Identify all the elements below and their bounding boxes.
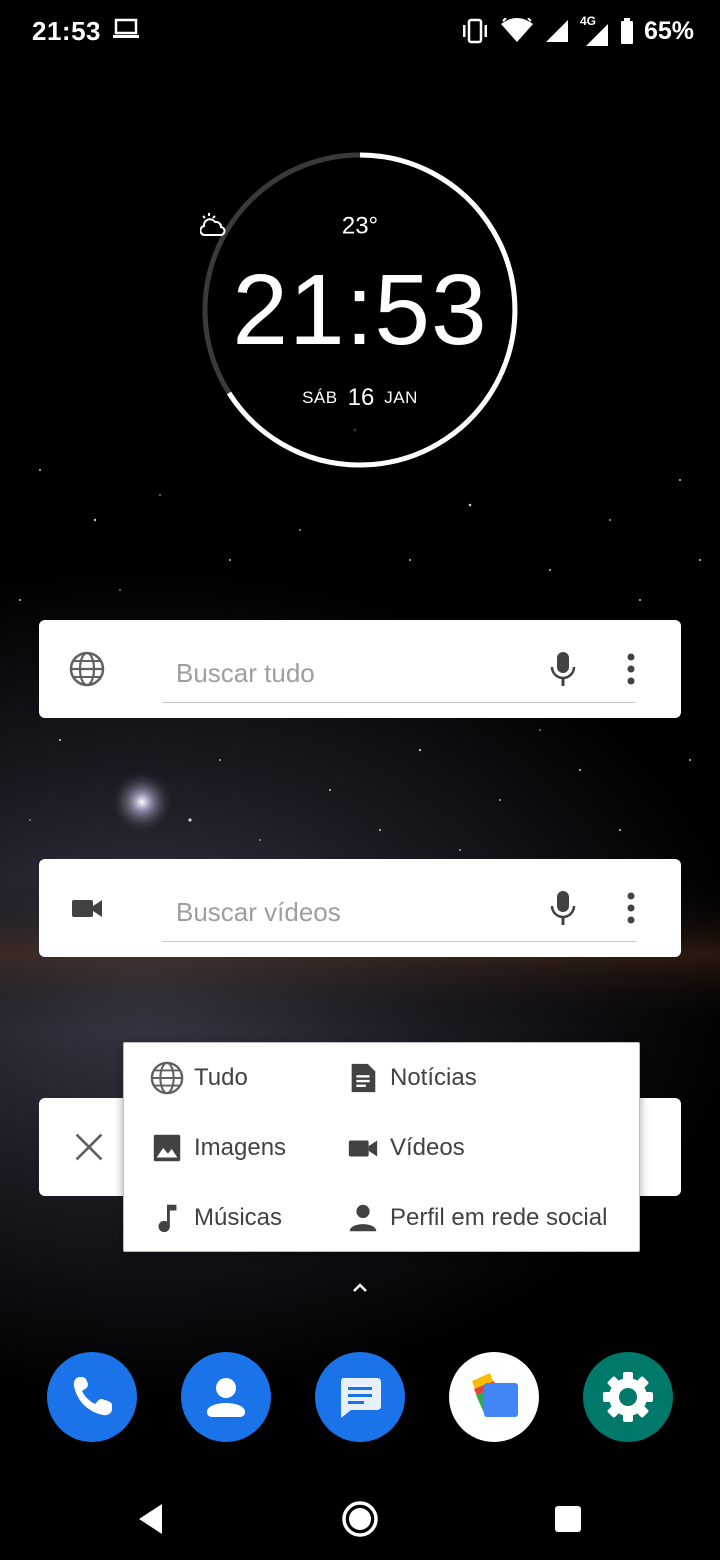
search-all-widget[interactable]: Buscar tudo xyxy=(39,620,681,718)
settings-app[interactable] xyxy=(583,1352,673,1442)
day-of-week: SÁB xyxy=(302,388,338,407)
menu-option-label: Notícias xyxy=(390,1064,477,1091)
files-icon xyxy=(472,1373,518,1417)
chevron-up-icon[interactable] xyxy=(348,1278,372,1296)
music-note-icon xyxy=(158,1204,177,1233)
videocam-icon xyxy=(348,1140,378,1157)
files-app[interactable] xyxy=(449,1352,539,1442)
settings-icon xyxy=(603,1372,653,1422)
recents-button[interactable] xyxy=(543,1494,593,1544)
menu-option-imagens[interactable]: Imagens xyxy=(150,1123,286,1173)
menu-option-noticias[interactable]: Notícias xyxy=(346,1053,477,1103)
signal-icon xyxy=(545,20,568,42)
contacts-app[interactable] xyxy=(181,1352,271,1442)
search-all-placeholder: Buscar tudo xyxy=(176,658,315,688)
menu-option-label: Vídeos xyxy=(390,1134,465,1161)
status-bar: 21:53 4G 65% xyxy=(0,0,720,62)
month: JAN xyxy=(384,388,418,407)
menu-option-label: Perfil em rede social xyxy=(390,1204,608,1231)
phone-icon xyxy=(73,1377,112,1416)
close-icon[interactable] xyxy=(73,1131,105,1163)
signal-4g-icon xyxy=(585,24,608,46)
person-icon xyxy=(349,1204,377,1232)
back-icon xyxy=(139,1504,162,1534)
menu-option-musicas[interactable]: Músicas xyxy=(150,1193,282,1243)
partly-cloudy-night-icon xyxy=(200,213,226,236)
search-type-menu: Tudo Notícias Imagens Vídeos Músicas Per… xyxy=(123,1042,640,1252)
more-vert-icon[interactable] xyxy=(623,653,639,685)
clock-date: SÁB 16 JAN xyxy=(200,384,520,412)
article-icon xyxy=(351,1063,376,1093)
menu-option-label: Músicas xyxy=(194,1204,283,1231)
status-time: 21:53 xyxy=(32,16,101,46)
videocam-icon xyxy=(72,900,102,917)
phone-app[interactable] xyxy=(47,1352,137,1442)
menu-option-perfil[interactable]: Perfil em rede social xyxy=(346,1193,607,1243)
home-button[interactable] xyxy=(335,1494,385,1544)
globe-icon xyxy=(69,651,105,687)
contacts-icon xyxy=(207,1378,245,1417)
wifi-icon xyxy=(500,18,533,42)
more-vert-icon[interactable] xyxy=(623,892,639,924)
menu-option-label: Tudo xyxy=(194,1064,248,1091)
messages-icon xyxy=(341,1378,381,1418)
menu-option-label: Imagens xyxy=(194,1134,287,1161)
search-videos-placeholder: Buscar vídeos xyxy=(176,897,341,927)
clock-time: 21:53 xyxy=(232,254,488,366)
battery-percentage: 65% xyxy=(643,16,694,45)
messages-app[interactable] xyxy=(315,1352,405,1442)
menu-option-tudo[interactable]: Tudo xyxy=(150,1053,248,1103)
clock-weather: 23° xyxy=(200,212,520,241)
image-icon xyxy=(153,1134,181,1162)
globe-icon xyxy=(150,1061,184,1095)
mic-icon[interactable] xyxy=(549,891,577,925)
temperature: 23° xyxy=(341,212,379,240)
home-icon xyxy=(342,1501,378,1537)
search-videos-widget[interactable]: Buscar vídeos xyxy=(39,859,681,957)
laptop-icon xyxy=(113,18,139,38)
vibrate-icon xyxy=(462,18,487,44)
battery-icon xyxy=(620,18,633,44)
clock-widget[interactable]: 23° 21:53 SÁB 16 JAN xyxy=(200,150,520,470)
mic-icon[interactable] xyxy=(549,652,577,686)
recents-icon xyxy=(555,1506,581,1532)
menu-option-videos[interactable]: Vídeos xyxy=(346,1123,465,1173)
day-of-month: 16 xyxy=(347,384,375,411)
back-button[interactable] xyxy=(126,1494,176,1544)
